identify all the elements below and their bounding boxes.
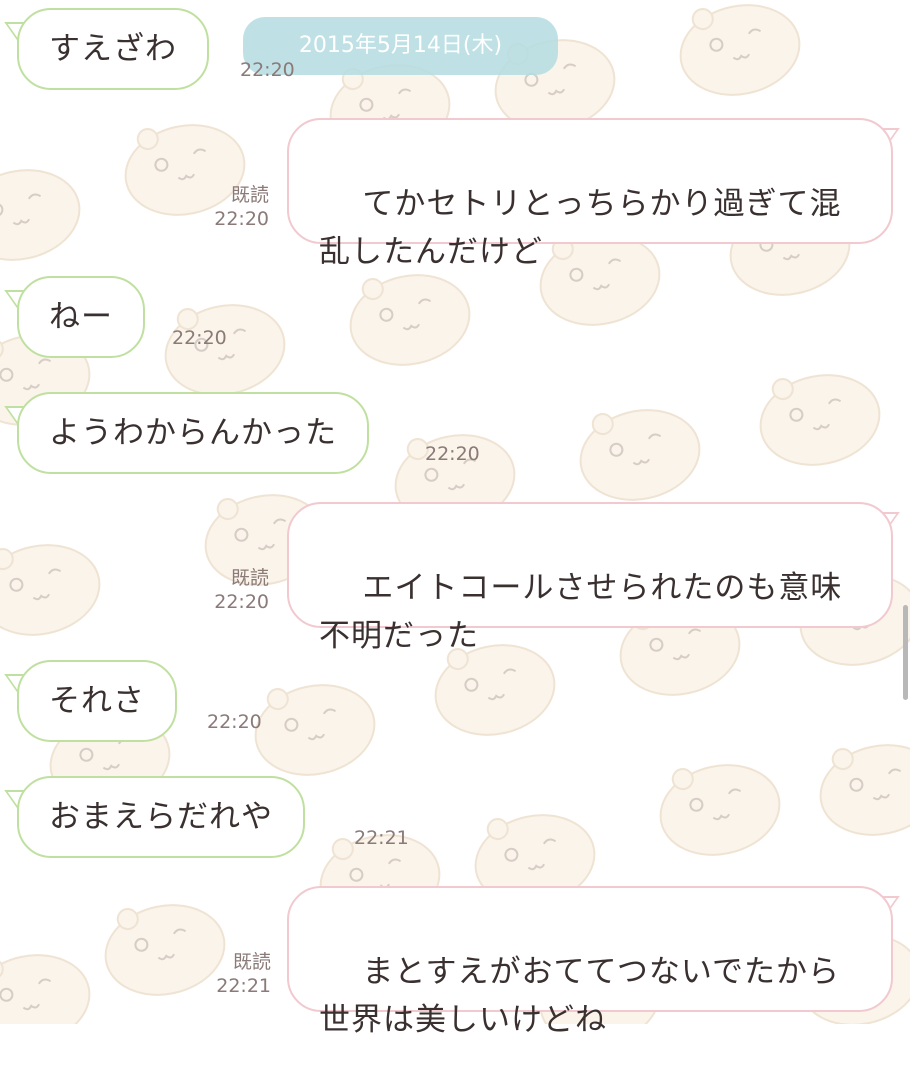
hamster-sticker-icon <box>349 274 471 366</box>
message-time: 22:20 <box>240 59 295 81</box>
message-time: 22:20 <box>425 443 480 465</box>
message-text: ねー <box>49 299 113 335</box>
hamster-sticker-icon <box>0 544 101 636</box>
hamster-sticker-icon <box>679 4 801 96</box>
outgoing-message[interactable]: エイトコールさせられたのも意味 不明だった <box>287 502 893 654</box>
message-text: ようわからんかった <box>49 415 337 451</box>
message-time: 22:21 <box>216 975 271 997</box>
hamster-sticker-icon <box>759 374 881 466</box>
message-meta: 既読 22:21 <box>207 950 271 998</box>
read-receipt: 既読 <box>232 951 271 973</box>
incoming-message[interactable]: ねー <box>17 276 145 358</box>
message-meta: 既読 22:20 <box>205 183 269 231</box>
incoming-message[interactable]: それさ <box>17 660 177 742</box>
message-text: それさ <box>49 683 145 719</box>
message-text: すえざわ <box>49 31 177 67</box>
message-time: 22:21 <box>354 827 409 849</box>
hamster-sticker-icon <box>579 409 701 501</box>
scrollbar[interactable] <box>903 605 908 700</box>
message-meta: 22:20 <box>240 58 295 82</box>
incoming-message[interactable]: おまえらだれや <box>17 776 305 858</box>
message-meta: 22:20 <box>425 442 480 466</box>
message-time: 22:20 <box>214 208 269 230</box>
hamster-sticker-icon <box>659 764 781 856</box>
message-time: 22:20 <box>172 327 227 349</box>
hamster-sticker-icon <box>0 954 91 1024</box>
message-text: おまえらだれや <box>49 799 273 835</box>
hamster-sticker-icon <box>0 169 81 261</box>
read-receipt: 既読 <box>230 567 269 589</box>
outgoing-message[interactable]: まとすえがおててつないでたから 世界は美しいけどね <box>287 886 893 1038</box>
message-meta: 既読 22:20 <box>205 566 269 614</box>
message-time: 22:20 <box>214 591 269 613</box>
message-time: 22:20 <box>207 711 262 733</box>
incoming-message[interactable]: すえざわ <box>17 8 209 90</box>
message-text: まとすえがおててつないでたから 世界は美しいけどね <box>319 954 840 1038</box>
outgoing-message[interactable]: てかセトリとっちらかり過ぎて混 乱したんだけど <box>287 118 893 270</box>
hamster-sticker-icon <box>819 744 910 836</box>
chat-view[interactable]: 2015年5月14日(木) すえざわ 22:20 既読 22:20 てかセトリと… <box>0 0 910 1038</box>
hamster-sticker-icon <box>254 684 376 776</box>
read-receipt: 既読 <box>230 184 269 206</box>
message-meta: 22:20 <box>207 710 262 734</box>
incoming-message[interactable]: ようわからんかった <box>17 392 369 474</box>
message-meta: 22:20 <box>172 326 227 350</box>
message-meta: 22:21 <box>354 826 409 850</box>
